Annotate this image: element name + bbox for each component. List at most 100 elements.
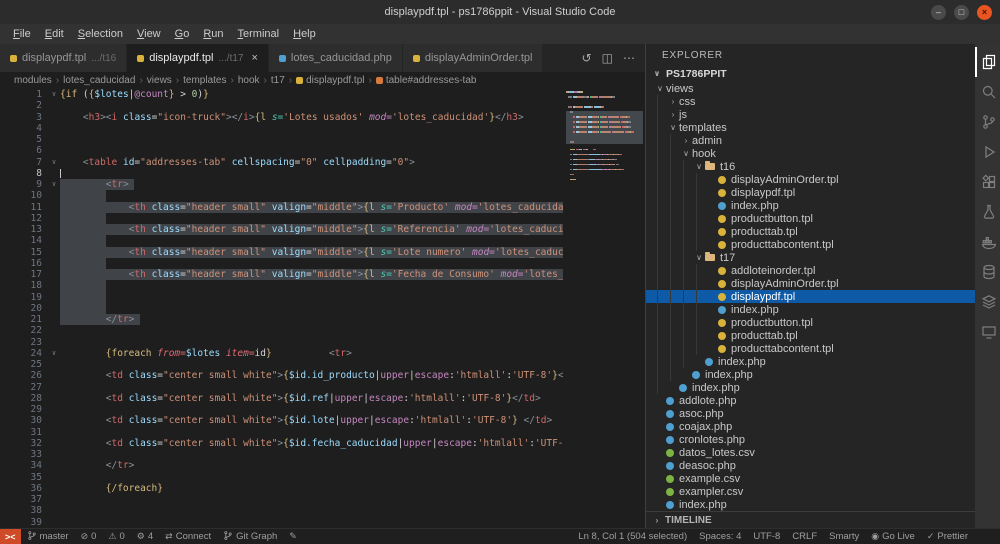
more-actions-icon[interactable]: ⋯ [623, 51, 635, 65]
code-line[interactable]: 28 <td class="center small white">{$id.r… [0, 393, 563, 404]
status-go-live[interactable]: ◉Go Live [865, 529, 921, 544]
code-line[interactable]: 3 <h3><i class="icon-truck"></i>{l s='Lo… [0, 112, 563, 123]
code-line[interactable]: 1∨{if ({$lotes|@count} > 0)} [0, 89, 563, 100]
file-producttabcontent.tpl[interactable]: producttabcontent.tpl [646, 342, 975, 355]
code-line[interactable]: 5 [0, 134, 563, 145]
code-line[interactable]: 34 </tr> [0, 460, 563, 471]
file-index.php[interactable]: index.php [646, 303, 975, 316]
file-displayAdminOrder.tpl[interactable]: displayAdminOrder.tpl [646, 173, 975, 186]
status-remote-indicator[interactable]: >< [0, 529, 21, 544]
file-producttab.tpl[interactable]: producttab.tpl [646, 329, 975, 342]
tab-lotes_caducidad.php[interactable]: lotes_caducidad.php [269, 44, 403, 72]
code-line[interactable]: 10 [0, 190, 563, 201]
tab-displaypdf.tpl[interactable]: displaypdf.tpl.../t17× [127, 44, 269, 72]
breadcrumb-item-hook[interactable]: hook [238, 75, 260, 86]
folder-views[interactable]: ∨views [646, 82, 975, 95]
source-control-icon[interactable] [975, 107, 1000, 137]
fold-chevron-icon[interactable]: ∨ [48, 179, 60, 190]
status-edit[interactable]: ✎ [283, 529, 303, 544]
status-cursor-position[interactable]: Ln 8, Col 1 (504 selected) [572, 529, 693, 544]
breadcrumb-item-t17[interactable]: t17 [271, 75, 285, 86]
code-line[interactable]: 17 <th class="header small" valign="midd… [0, 269, 563, 280]
fold-chevron-icon[interactable]: ∨ [48, 89, 60, 100]
file-addloteinorder.tpl[interactable]: addloteinorder.tpl [646, 264, 975, 277]
folder-hook[interactable]: ∨hook [646, 147, 975, 160]
status-language-mode[interactable]: Smarty [823, 529, 865, 544]
timeline-section[interactable]: › TIMELINE [646, 511, 975, 528]
status-indentation[interactable]: Spaces: 4 [693, 529, 747, 544]
status-git-graph[interactable]: Git Graph [217, 529, 283, 544]
testing-icon[interactable] [975, 197, 1000, 227]
code-line[interactable]: 29 [0, 404, 563, 415]
folder-t16[interactable]: ∨t16 [646, 160, 975, 173]
code-line[interactable]: 18 [0, 280, 563, 291]
docker-icon[interactable] [975, 227, 1000, 257]
status-connect[interactable]: ⇄Connect [159, 529, 217, 544]
explorer-root-folder[interactable]: ∨ PS1786PPIT [646, 66, 975, 81]
code-line[interactable]: 27 [0, 382, 563, 393]
breadcrumb-item-modules[interactable]: modules [14, 75, 52, 86]
file-asoc.php[interactable]: asoc.php [646, 407, 975, 420]
file-index.php[interactable]: index.php [646, 355, 975, 368]
menu-view[interactable]: View [130, 26, 168, 42]
file-displaypdf.tpl[interactable]: displaypdf.tpl [646, 186, 975, 199]
code-line[interactable]: 14 [0, 235, 563, 246]
file-displaypdf.tpl[interactable]: displaypdf.tpl [646, 290, 975, 303]
code-line[interactable]: 25 [0, 359, 563, 370]
search-icon[interactable] [975, 77, 1000, 107]
menu-go[interactable]: Go [168, 26, 197, 42]
code-line[interactable]: 30 <td class="center small white">{$id.l… [0, 415, 563, 426]
code-line[interactable]: 16 [0, 258, 563, 269]
folder-admin[interactable]: ›admin [646, 134, 975, 147]
menu-help[interactable]: Help [286, 26, 323, 42]
folder-css[interactable]: ›css [646, 95, 975, 108]
breadcrumb-item-views[interactable]: views [147, 75, 172, 86]
status-eol[interactable]: CRLF [786, 529, 823, 544]
code-line[interactable]: 6 [0, 145, 563, 156]
fold-chevron-icon[interactable]: ∨ [48, 348, 60, 359]
database-icon[interactable] [975, 257, 1000, 287]
open-changes-icon[interactable]: ↺ [582, 51, 592, 65]
breadcrumb-item-table#addresses-tab[interactable]: table#addresses-tab [376, 75, 477, 86]
code-line[interactable]: 36 {/foreach} [0, 483, 563, 494]
code-line[interactable]: 32 <td class="center small white">{$id.f… [0, 438, 563, 449]
code-line[interactable]: 19 [0, 292, 563, 303]
split-editor-icon[interactable]: ◫ [602, 51, 613, 65]
code-line[interactable]: 15 <th class="header small" valign="midd… [0, 247, 563, 258]
file-exampler.csv[interactable]: exampler.csv [646, 485, 975, 498]
status-prettier[interactable]: ✓Prettier [921, 529, 974, 544]
status-tasks[interactable]: ⚙4 [131, 529, 159, 544]
code-line[interactable]: 8 [0, 168, 563, 179]
code-line[interactable]: 26 <td class="center small white">{$id.i… [0, 370, 563, 381]
code-line[interactable]: 38 [0, 505, 563, 516]
menu-selection[interactable]: Selection [71, 26, 130, 42]
code-line[interactable]: 2 [0, 100, 563, 111]
menu-file[interactable]: File [6, 26, 38, 42]
file-example.csv[interactable]: example.csv [646, 472, 975, 485]
breadcrumb-item-displaypdf.tpl[interactable]: displaypdf.tpl [296, 75, 364, 86]
code-line[interactable]: 4 [0, 123, 563, 134]
folder-js[interactable]: ›js [646, 108, 975, 121]
file-displayAdminOrder.tpl[interactable]: displayAdminOrder.tpl [646, 277, 975, 290]
tab-displaypdf.tpl[interactable]: displaypdf.tpl.../t16 [0, 44, 127, 72]
code-line[interactable]: 22 [0, 325, 563, 336]
status-git-branch[interactable]: master [21, 529, 75, 544]
status-encoding[interactable]: UTF-8 [747, 529, 786, 544]
folder-templates[interactable]: ∨templates [646, 121, 975, 134]
explorer-icon[interactable] [975, 47, 1000, 77]
maximize-button[interactable]: □ [954, 5, 969, 20]
file-addlote.php[interactable]: addlote.php [646, 394, 975, 407]
file-index.php[interactable]: index.php [646, 498, 975, 511]
code-area[interactable]: 1∨{if ({$lotes|@count} > 0)}23 <h3><i cl… [0, 88, 563, 528]
file-index.php[interactable]: index.php [646, 368, 975, 381]
menu-edit[interactable]: Edit [38, 26, 71, 42]
code-line[interactable]: 39 [0, 517, 563, 528]
code-line[interactable]: 7∨ <table id="addresses-tab" cellspacing… [0, 157, 563, 168]
folder-t17[interactable]: ∨t17 [646, 251, 975, 264]
file-datos_lotes.csv[interactable]: datos_lotes.csv [646, 446, 975, 459]
code-line[interactable]: 21 </tr> [0, 314, 563, 325]
code-line[interactable]: 13 <th class="header small" valign="midd… [0, 224, 563, 235]
file-productbutton.tpl[interactable]: productbutton.tpl [646, 212, 975, 225]
breadcrumb-item-templates[interactable]: templates [183, 75, 226, 86]
close-button[interactable]: × [977, 5, 992, 20]
